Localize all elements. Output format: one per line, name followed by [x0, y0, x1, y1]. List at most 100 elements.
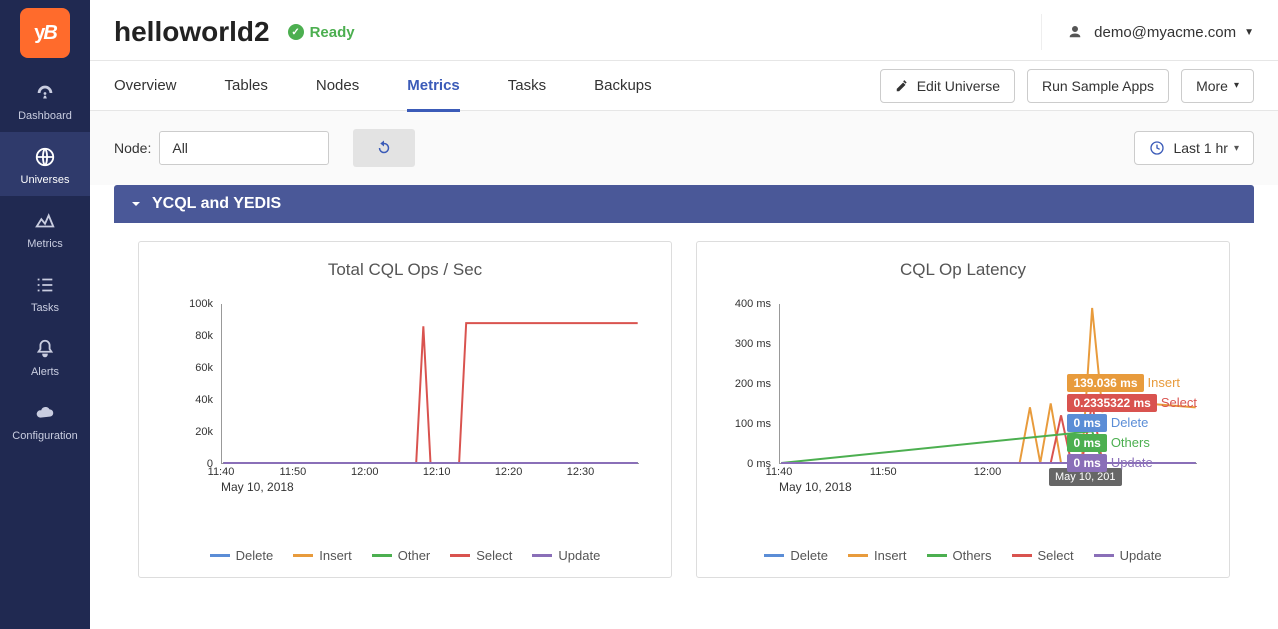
- tab-tasks[interactable]: Tasks: [508, 61, 546, 111]
- tabbar: Overview Tables Nodes Metrics Tasks Back…: [90, 61, 1278, 111]
- user-email: demo@myacme.com: [1094, 24, 1236, 41]
- y-tick: 20k: [195, 426, 213, 438]
- tab-overview[interactable]: Overview: [114, 61, 177, 111]
- legend-item[interactable]: Update: [532, 548, 600, 563]
- button-label: Last 1 hr: [1173, 140, 1227, 156]
- button-label: Edit Universe: [917, 78, 1000, 94]
- y-tick: 100 ms: [735, 418, 771, 430]
- sidebar-item-configuration[interactable]: Configuration: [0, 388, 90, 452]
- y-tick: 100k: [189, 298, 213, 310]
- y-axis: 0 ms100 ms200 ms300 ms400 ms: [719, 304, 775, 464]
- x-axis: 11:4011:5012:0012:1012:2012:30: [221, 466, 639, 480]
- panel-title: YCQL and YEDIS: [152, 195, 281, 213]
- caret-down-icon: ▾: [1234, 143, 1239, 154]
- page-title: helloworld2: [114, 16, 270, 48]
- legend-item[interactable]: Select: [1012, 548, 1074, 563]
- legend-item[interactable]: Select: [450, 548, 512, 563]
- button-label: More: [1196, 78, 1228, 94]
- chart-title: Total CQL Ops / Sec: [161, 260, 649, 280]
- chart-title: CQL Op Latency: [719, 260, 1207, 280]
- sidebar-item-label: Metrics: [27, 238, 62, 250]
- sidebar: yB Dashboard Universes Metrics Tasks Ale…: [0, 0, 90, 629]
- node-select-value: All: [172, 140, 188, 156]
- tooltip-row: 139.036 msInsert: [1067, 374, 1197, 392]
- legend-item[interactable]: Insert: [848, 548, 907, 563]
- filter-bar: Node: All Last 1 hr ▾: [90, 111, 1278, 185]
- time-range-button[interactable]: Last 1 hr ▾: [1134, 131, 1254, 165]
- tab-tables[interactable]: Tables: [225, 61, 268, 111]
- y-tick: 80k: [195, 330, 213, 342]
- main: helloworld2 ✓ Ready demo@myacme.com ▼ Ov…: [90, 0, 1278, 629]
- check-icon: ✓: [288, 24, 304, 40]
- sidebar-item-alerts[interactable]: Alerts: [0, 324, 90, 388]
- button-label: Run Sample Apps: [1042, 78, 1154, 94]
- sidebar-item-universes[interactable]: Universes: [0, 132, 90, 196]
- sidebar-item-tasks[interactable]: Tasks: [0, 260, 90, 324]
- legend-item[interactable]: Insert: [293, 548, 352, 563]
- refresh-button[interactable]: [353, 129, 415, 167]
- x-tick: 11:40: [208, 466, 235, 478]
- logo: yB: [20, 8, 70, 58]
- sidebar-item-label: Universes: [21, 174, 70, 186]
- x-tick: 12:00: [974, 466, 1002, 478]
- list-icon: [34, 274, 56, 296]
- pencil-icon: [895, 79, 909, 93]
- edit-universe-button[interactable]: Edit Universe: [880, 69, 1015, 103]
- run-sample-apps-button[interactable]: Run Sample Apps: [1027, 69, 1169, 103]
- cloud-icon: [34, 402, 56, 424]
- sidebar-item-dashboard[interactable]: Dashboard: [0, 68, 90, 132]
- sidebar-item-label: Alerts: [31, 366, 59, 378]
- dashboard-icon: [34, 82, 56, 104]
- legend-item[interactable]: Other: [372, 548, 431, 563]
- sidebar-item-metrics[interactable]: Metrics: [0, 196, 90, 260]
- tooltip-row: 0.2335322 msSelect: [1067, 394, 1197, 412]
- chart-card-latency: CQL Op Latency 0 ms100 ms200 ms300 ms400…: [696, 241, 1230, 578]
- legend-item[interactable]: Delete: [210, 548, 274, 563]
- chart-date: May 10, 2018: [779, 480, 852, 494]
- plot-area: [221, 304, 639, 464]
- tab-backups[interactable]: Backups: [594, 61, 652, 111]
- sidebar-item-label: Configuration: [12, 430, 77, 442]
- globe-icon: [34, 146, 56, 168]
- y-tick: 40k: [195, 394, 213, 406]
- refresh-icon: [375, 139, 393, 157]
- node-select[interactable]: All: [159, 131, 329, 165]
- tooltip-row: 0 msOthers: [1067, 434, 1197, 452]
- caret-down-icon: ▼: [1244, 27, 1254, 38]
- tooltip: 139.036 msInsert0.2335322 msSelect0 msDe…: [1067, 374, 1197, 474]
- sidebar-item-label: Dashboard: [18, 110, 72, 122]
- legend-item[interactable]: Others: [927, 548, 992, 563]
- chart-legend: Delete Insert Others Select Update: [719, 548, 1207, 567]
- tab-nodes[interactable]: Nodes: [316, 61, 359, 111]
- panel-header[interactable]: YCQL and YEDIS: [114, 185, 1254, 223]
- chart-card-ops: Total CQL Ops / Sec 020k40k60k80k100k 11…: [138, 241, 672, 578]
- chevron-down-icon: [128, 196, 144, 212]
- user-menu[interactable]: demo@myacme.com ▼: [1041, 14, 1254, 50]
- panel: YCQL and YEDIS Total CQL Ops / Sec 020k4…: [114, 185, 1254, 578]
- header: helloworld2 ✓ Ready demo@myacme.com ▼: [90, 0, 1278, 61]
- tab-metrics[interactable]: Metrics: [407, 61, 460, 111]
- y-tick: 300 ms: [735, 338, 771, 350]
- y-tick: 200 ms: [735, 378, 771, 390]
- chart-legend: Delete Insert Other Select Update: [161, 548, 649, 567]
- caret-down-icon: ▾: [1234, 80, 1239, 91]
- legend-item[interactable]: Update: [1094, 548, 1162, 563]
- clock-icon: [1149, 140, 1165, 156]
- x-tick: 12:00: [351, 466, 379, 478]
- y-tick: 60k: [195, 362, 213, 374]
- chart-icon: [34, 210, 56, 232]
- chart-area: 0 ms100 ms200 ms300 ms400 ms 11:4011:501…: [719, 304, 1207, 504]
- node-label: Node:: [114, 140, 151, 156]
- x-tick: 11:40: [766, 466, 793, 478]
- status-badge: ✓ Ready: [288, 24, 355, 41]
- bell-icon: [34, 338, 56, 360]
- legend-item[interactable]: Delete: [764, 548, 828, 563]
- chart-row: Total CQL Ops / Sec 020k40k60k80k100k 11…: [114, 223, 1254, 578]
- tooltip-row: 0 msUpdate: [1067, 454, 1197, 472]
- x-tick: 11:50: [870, 466, 897, 478]
- status-text: Ready: [310, 24, 355, 41]
- more-button[interactable]: More ▾: [1181, 69, 1254, 103]
- chart-area: 020k40k60k80k100k 11:4011:5012:0012:1012…: [161, 304, 649, 504]
- y-axis: 020k40k60k80k100k: [161, 304, 217, 464]
- x-tick: 12:20: [495, 466, 523, 478]
